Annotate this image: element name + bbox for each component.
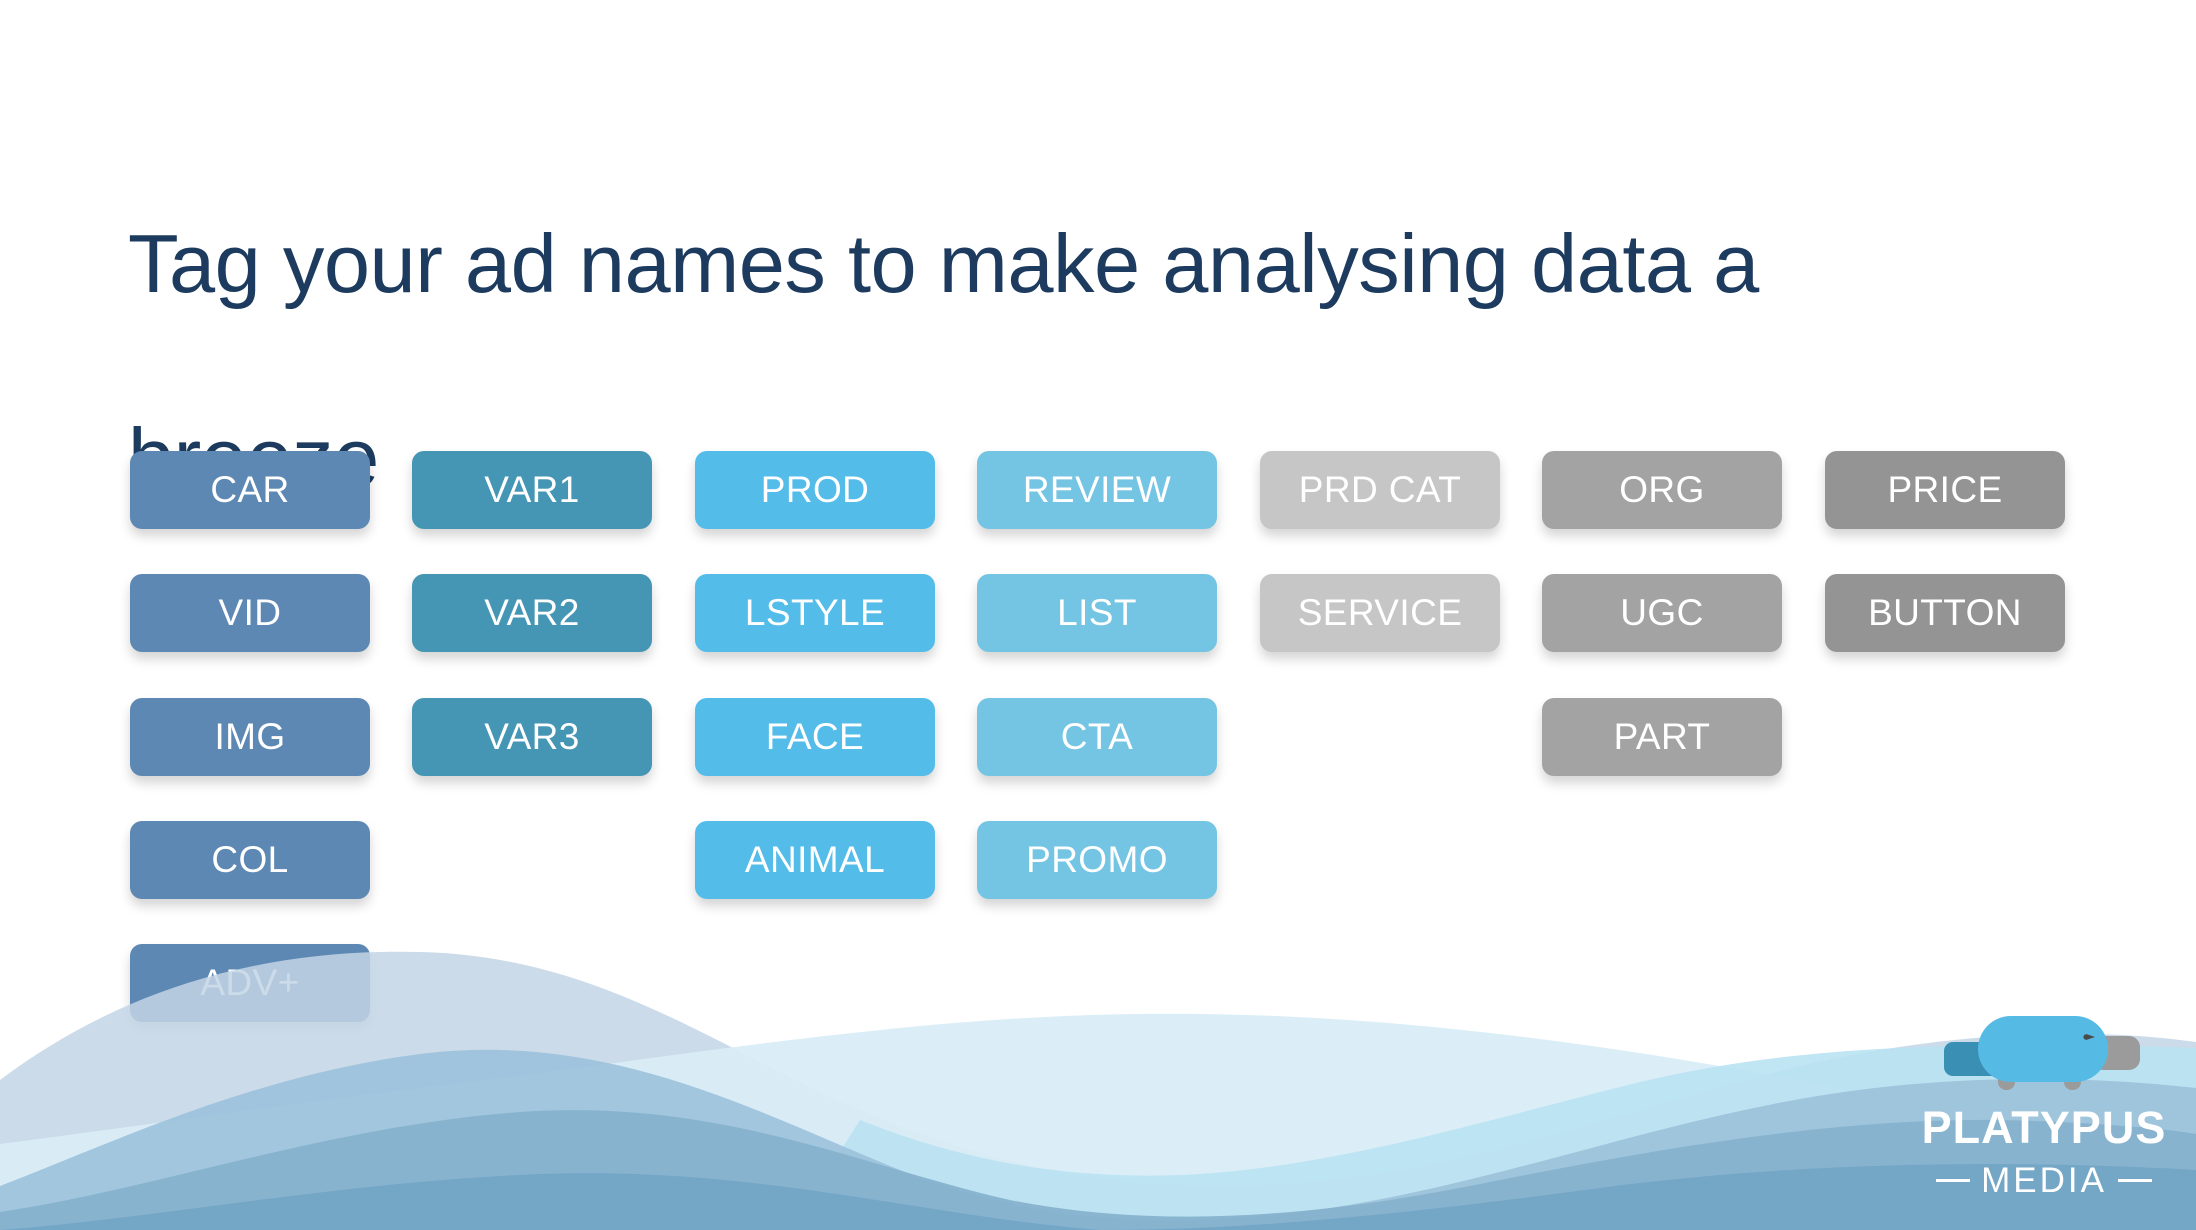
platypus-mascot-icon	[1944, 1016, 2140, 1090]
tag-pill-label: PART	[1613, 716, 1711, 757]
logo-wordmark: PLATYPUS	[1921, 1102, 2167, 1153]
tag-pill-list[interactable]: LIST	[977, 574, 1217, 652]
tag-pill-label: FACE	[765, 716, 865, 757]
tag-pill-animal[interactable]: ANIMAL	[695, 821, 935, 899]
tag-pill-label: PRD CAT	[1298, 469, 1462, 510]
tag-pill-price[interactable]: PRICE	[1825, 451, 2065, 529]
tag-pill-face[interactable]: FACE	[695, 698, 935, 776]
tag-pill-label: BUTTON	[1868, 592, 2022, 633]
tag-pill-label: COL	[211, 839, 289, 880]
tag-pill-label: ORG	[1619, 469, 1705, 510]
tag-pill-label: VAR1	[484, 469, 580, 510]
tag-pill-review[interactable]: REVIEW	[977, 451, 1217, 529]
tag-pill-var3[interactable]: VAR3	[412, 698, 652, 776]
tag-pill-label: LIST	[1057, 592, 1137, 633]
tag-pill-part[interactable]: PART	[1542, 698, 1782, 776]
tag-pill-label: CTA	[1060, 716, 1134, 757]
tag-pill-label: VID	[218, 592, 282, 633]
tag-pill-service[interactable]: SERVICE	[1260, 574, 1500, 652]
tag-pill-button[interactable]: BUTTON	[1825, 574, 2065, 652]
slide-canvas: Tag your ad names to make analysing data…	[0, 0, 2196, 1230]
tag-pill-label: SERVICE	[1297, 592, 1463, 633]
tag-pill-label: UGC	[1620, 592, 1704, 633]
tag-pill-grid: CAR VID IMG COL ADV+ VAR1 VAR2 VAR3 PROD LSTYLE FA…	[0, 0, 2196, 1230]
tag-pill-lstyle[interactable]: LSTYLE	[695, 574, 935, 652]
logo-subtitle: MEDIA	[1914, 1163, 2174, 1198]
logo-subtitle-text: MEDIA	[1981, 1161, 2107, 1200]
tag-pill-var2[interactable]: VAR2	[412, 574, 652, 652]
tag-pill-vid[interactable]: VID	[130, 574, 370, 652]
tag-pill-promo[interactable]: PROMO	[977, 821, 1217, 899]
tag-pill-var1[interactable]: VAR1	[412, 451, 652, 529]
tag-pill-label: PROMO	[1026, 839, 1168, 880]
tag-pill-prd-cat[interactable]: PRD CAT	[1260, 451, 1500, 529]
tag-pill-label: REVIEW	[1022, 469, 1172, 510]
tag-pill-label: PROD	[760, 469, 870, 510]
tag-pill-label: ANIMAL	[744, 839, 886, 880]
tag-pill-label: CAR	[210, 469, 290, 510]
platypus-eye-dot	[2083, 1034, 2089, 1040]
brand-logo: PLATYPUS MEDIA	[1914, 1008, 2174, 1208]
tag-pill-car[interactable]: CAR	[130, 451, 370, 529]
tag-pill-label: PRICE	[1887, 469, 2003, 510]
tag-pill-cta[interactable]: CTA	[977, 698, 1217, 776]
logo-dash-left	[1936, 1179, 1971, 1182]
tag-pill-ugc[interactable]: UGC	[1542, 574, 1782, 652]
tag-pill-adv-[interactable]: ADV+	[130, 944, 370, 1022]
tag-pill-label: ADV+	[200, 962, 300, 1003]
logo-dash-right	[2117, 1179, 2152, 1182]
tag-pill-label: VAR2	[484, 592, 580, 633]
tag-pill-label: IMG	[214, 716, 286, 757]
tag-pill-label: VAR3	[484, 716, 580, 757]
tag-pill-col[interactable]: COL	[130, 821, 370, 899]
tag-pill-prod[interactable]: PROD	[695, 451, 935, 529]
platypus-body	[1978, 1016, 2108, 1082]
tag-pill-label: LSTYLE	[744, 592, 886, 633]
tag-pill-img[interactable]: IMG	[130, 698, 370, 776]
tag-pill-org[interactable]: ORG	[1542, 451, 1782, 529]
